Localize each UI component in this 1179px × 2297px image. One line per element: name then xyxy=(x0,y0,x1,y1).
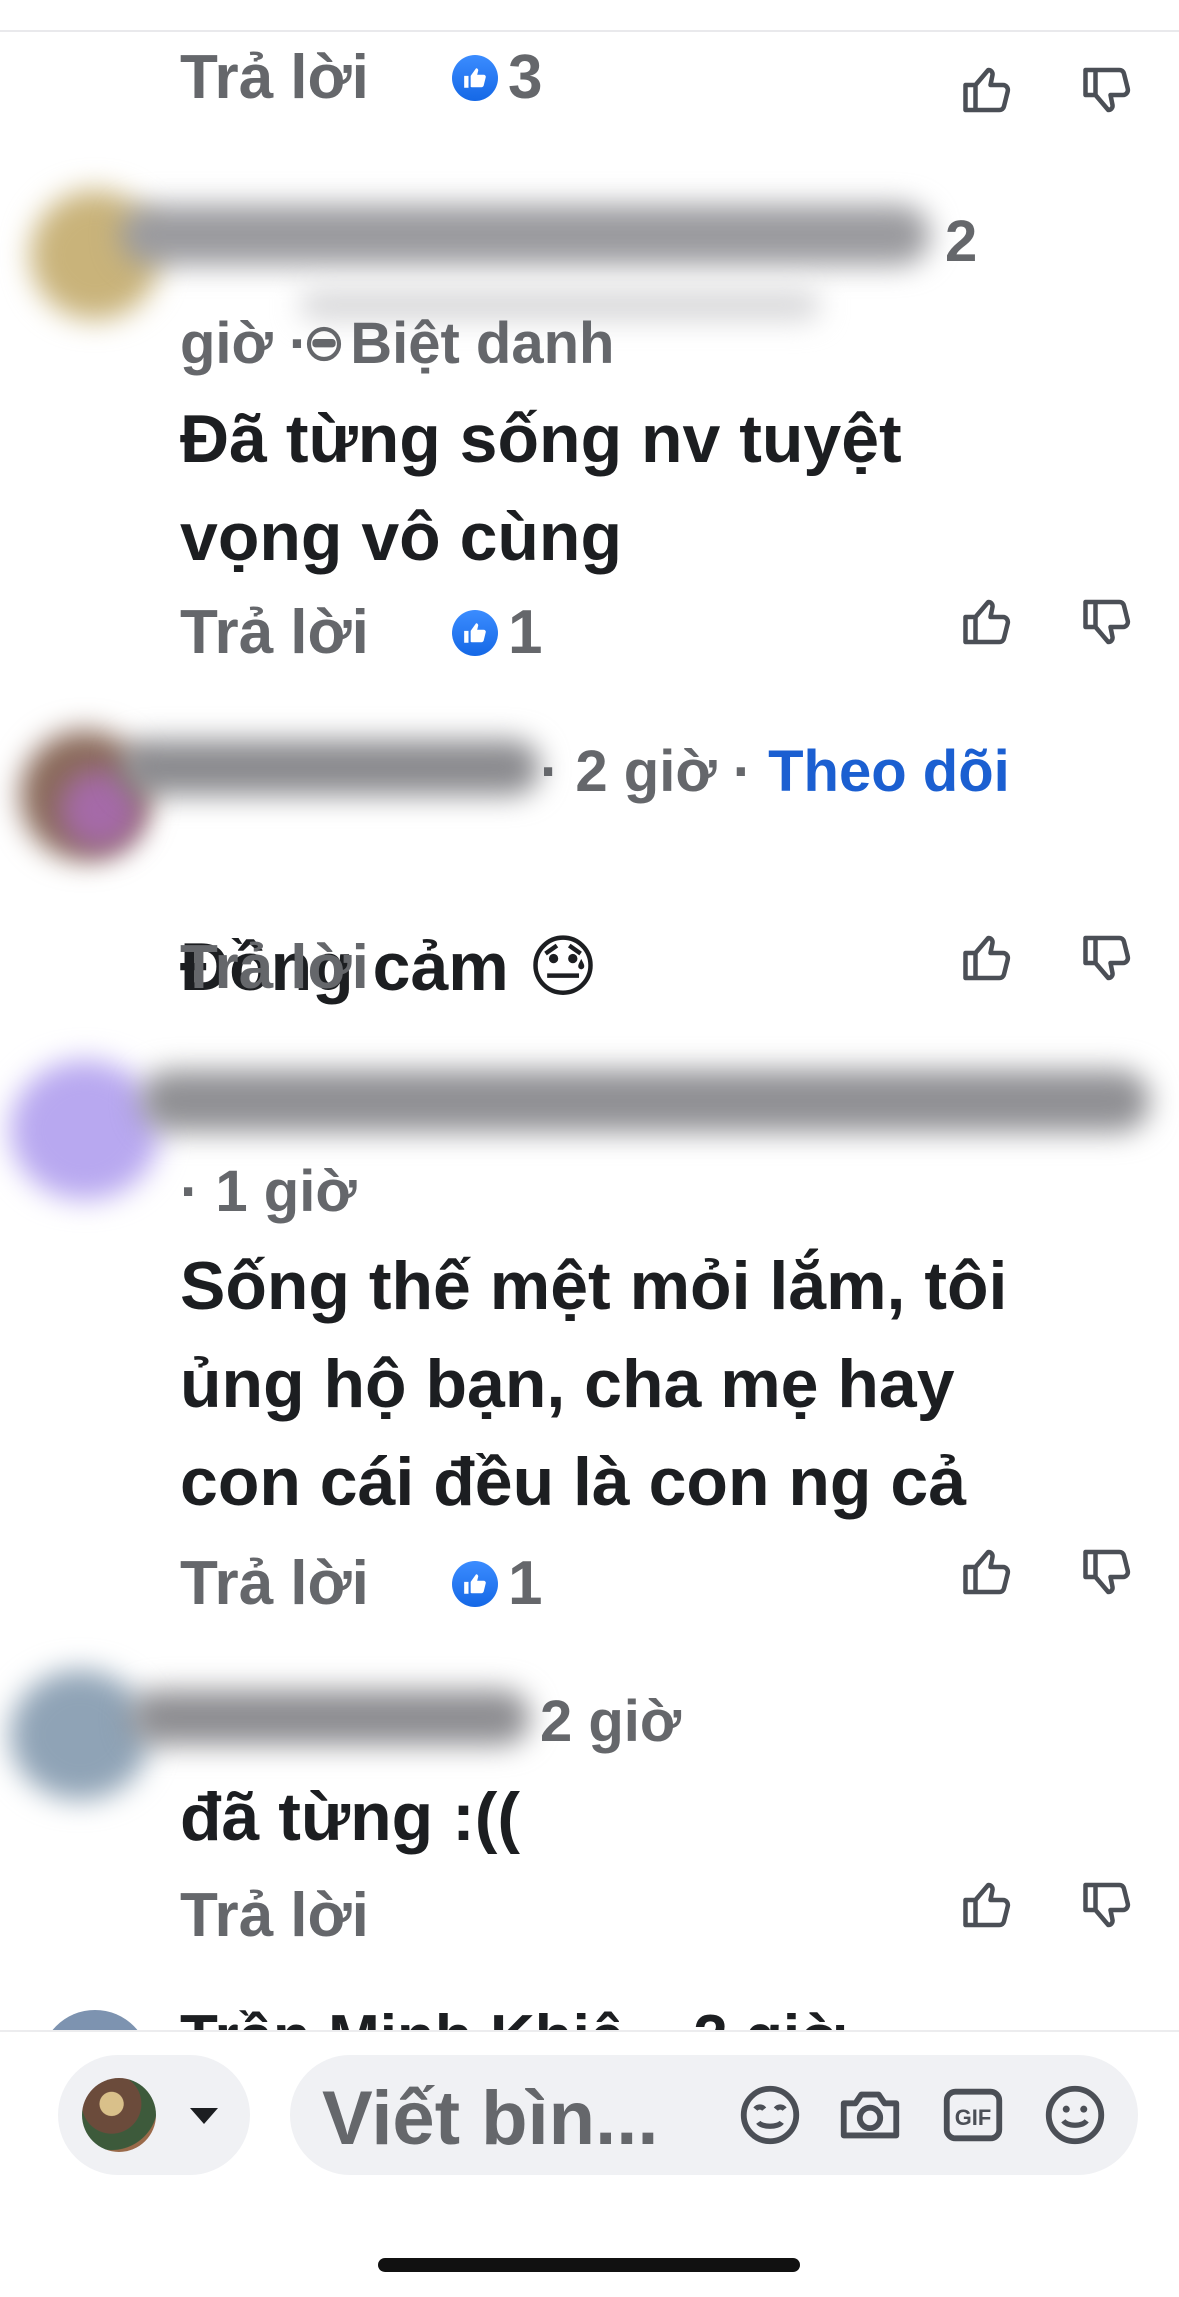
downvote-icon[interactable] xyxy=(1078,1875,1138,1935)
svg-text:GIF: GIF xyxy=(955,2105,991,2130)
follow-link[interactable]: Theo dõi xyxy=(768,739,1010,804)
nickname-label: Biệt danh xyxy=(350,311,615,376)
downvote-icon[interactable] xyxy=(1078,60,1138,120)
comment-body: Sống thế mệt mỏi lắm, tôi ủng hộ bạn, ch… xyxy=(180,1248,1008,1520)
reply-button[interactable]: Trả lời xyxy=(180,42,369,113)
like-reaction-icon xyxy=(452,609,498,656)
comment-time: 2 giờ xyxy=(540,1689,682,1754)
like-count-value: 3 xyxy=(508,43,543,112)
comment-input-placeholder: Viết bìn... xyxy=(322,2076,659,2161)
author-name-redacted[interactable] xyxy=(130,1690,530,1745)
upvote-icon[interactable] xyxy=(958,592,1018,652)
like-count-value: 1 xyxy=(508,1549,543,1618)
reply-button[interactable]: Trả lời xyxy=(180,597,369,668)
home-indicator xyxy=(378,2258,800,2272)
downvote-icon[interactable] xyxy=(1078,928,1138,988)
author-name-redacted[interactable] xyxy=(140,1070,1150,1132)
reply-button[interactable]: Trả lời xyxy=(180,1880,369,1951)
top-divider xyxy=(0,30,1179,32)
upvote-icon[interactable] xyxy=(958,928,1018,988)
comment-time: 2 xyxy=(945,209,978,274)
gif-icon[interactable]: GIF xyxy=(938,2080,1008,2150)
avatar-sticker-icon[interactable] xyxy=(735,2080,805,2150)
reply-button[interactable]: Trả lời xyxy=(180,1548,369,1619)
upvote-icon[interactable] xyxy=(958,1542,1018,1602)
avatar[interactable] xyxy=(10,1670,150,1800)
comment-body: Đã từng sống nv tuyệt vọng vô cùng xyxy=(180,401,902,575)
comment-meta: giờ · Biệt danh xyxy=(180,311,615,376)
reply-button[interactable]: Trả lời xyxy=(180,932,369,1003)
user-avatar xyxy=(82,2078,156,2152)
camera-icon[interactable] xyxy=(835,2080,905,2150)
upvote-icon[interactable] xyxy=(958,60,1018,120)
like-reaction-icon xyxy=(452,1560,498,1607)
downvote-icon[interactable] xyxy=(1078,1542,1138,1602)
sad-sweat-emoji: 😓 xyxy=(527,929,599,1005)
emoji-icon[interactable] xyxy=(1040,2080,1110,2150)
author-name-redacted[interactable] xyxy=(120,740,540,795)
nickname-icon xyxy=(307,326,342,361)
comment-time: · 1 giờ xyxy=(180,1159,357,1224)
downvote-icon[interactable] xyxy=(1078,592,1138,652)
comment-meta: · 2 giờ · Theo dõi xyxy=(540,739,1010,804)
like-count[interactable]: 3 xyxy=(452,42,542,113)
chevron-down-icon xyxy=(190,2108,218,2124)
like-count-value: 1 xyxy=(508,598,543,667)
like-reaction-icon xyxy=(452,54,498,101)
comment-body: đã từng :(( xyxy=(180,1779,521,1855)
like-count[interactable]: 1 xyxy=(452,1548,542,1619)
author-name-redacted[interactable] xyxy=(120,205,930,265)
upvote-icon[interactable] xyxy=(958,1875,1018,1935)
like-count[interactable]: 1 xyxy=(452,597,542,668)
avatar[interactable] xyxy=(10,1060,160,1200)
